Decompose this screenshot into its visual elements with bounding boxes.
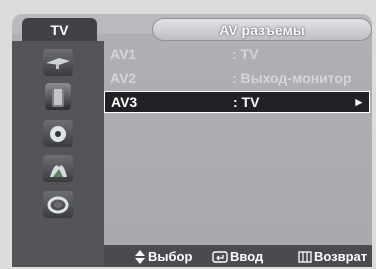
- select-hint-label: Выбор: [148, 249, 193, 264]
- plant-icon[interactable]: [43, 155, 73, 182]
- enter-icon: [212, 250, 228, 263]
- av1-value: : TV: [232, 46, 259, 62]
- menu-icon: [298, 250, 312, 263]
- back-hint: Возврат: [298, 249, 367, 264]
- speaker-icon[interactable]: [45, 83, 71, 110]
- enter-hint: Ввод: [212, 249, 263, 264]
- osd-menu: TV AV разъемы AV1: TV AV2: Выход-монит…: [12, 14, 372, 267]
- av-connection-list: AV1 : TV AV2 : Выход-монитор AV3 : TV ►: [104, 41, 372, 245]
- list-item-av3[interactable]: AV3 : TV ►: [104, 91, 370, 113]
- av2-value: : Выход-монитор: [232, 70, 352, 86]
- av1-label: AV1: [110, 46, 137, 62]
- back-hint-label: Возврат: [314, 249, 368, 264]
- sidebar: [12, 41, 104, 267]
- right-arrow-icon: ►: [353, 95, 365, 109]
- av3-value: : TV: [233, 94, 260, 110]
- antenna-icon[interactable]: [43, 49, 73, 76]
- av3-label: AV3: [111, 94, 138, 110]
- up-down-icon: [135, 249, 145, 264]
- menu-title: AV разъемы: [152, 18, 372, 41]
- select-hint: Выбор: [134, 249, 192, 264]
- coil-icon[interactable]: [43, 191, 73, 218]
- list-item-av2[interactable]: AV2 : Выход-монитор: [104, 67, 370, 89]
- disc-icon[interactable]: [43, 120, 73, 147]
- tab-tv[interactable]: TV: [22, 18, 97, 41]
- footer-hints: Выбор Ввод Возврат: [104, 245, 372, 267]
- list-item-av1[interactable]: AV1 : TV: [104, 43, 370, 65]
- enter-hint-label: Ввод: [230, 249, 264, 264]
- av2-label: AV2: [110, 70, 137, 86]
